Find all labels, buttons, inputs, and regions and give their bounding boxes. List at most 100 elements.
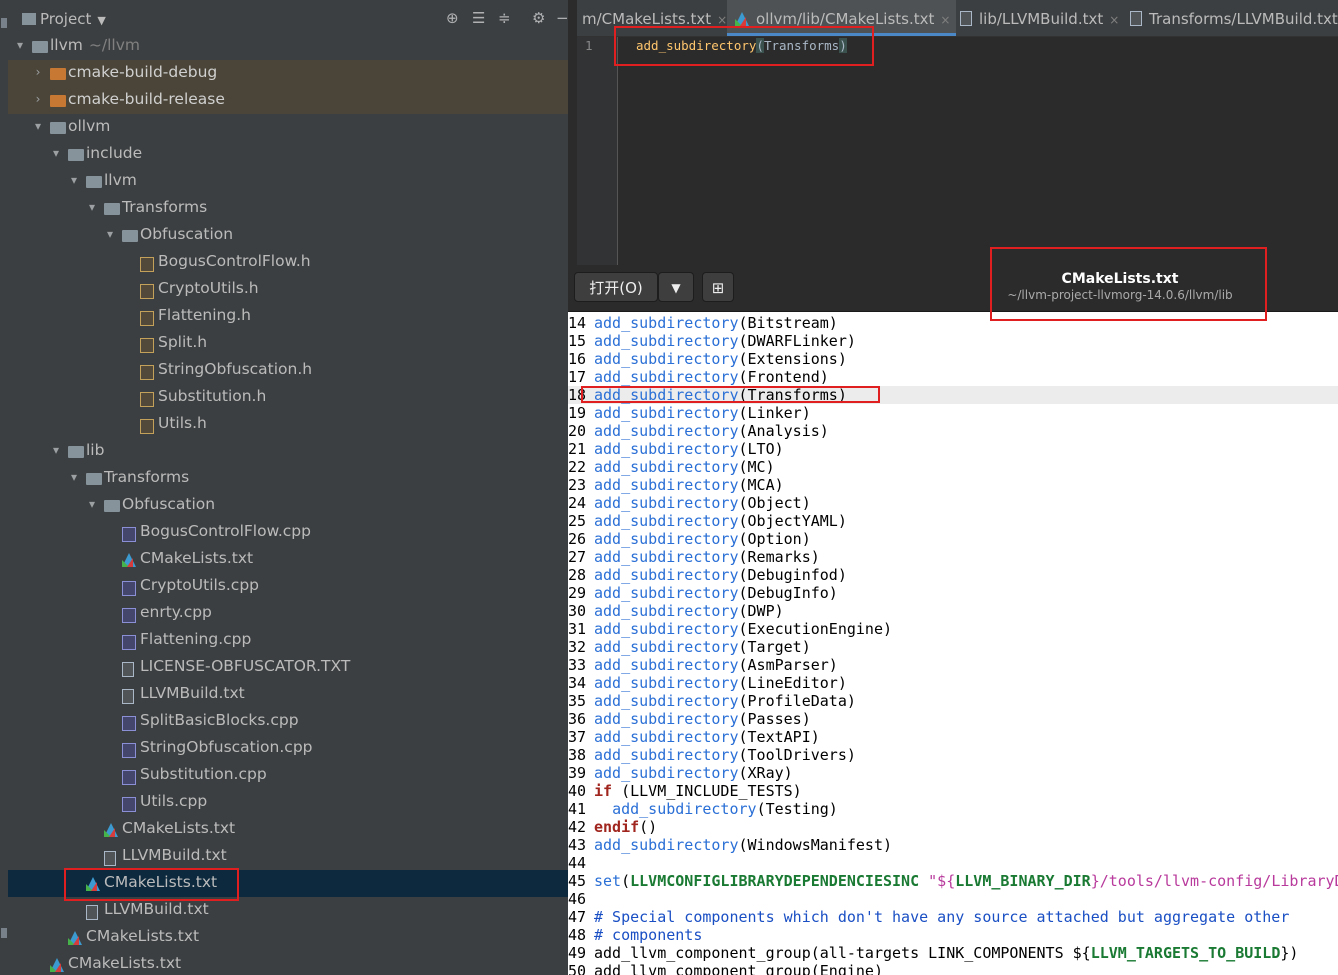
tree-item[interactable]: ▾ lib — [8, 438, 568, 465]
settings-icon[interactable]: ⚙ — [532, 9, 545, 27]
chevron-right-icon[interactable]: › — [32, 65, 44, 79]
code-string: }/tools/llvm-config/LibraryD — [1090, 872, 1338, 890]
editor-tab-label: lib/LLVMBuild.txt — [979, 10, 1104, 28]
tree-item[interactable]: Split.h — [8, 330, 568, 357]
expand-all-icon[interactable]: ☰ — [472, 9, 485, 27]
collapse-all-icon[interactable]: ≑ — [498, 9, 511, 27]
tree-item-label: Transforms — [122, 198, 208, 216]
tree-item[interactable]: CMakeLists.txt — [8, 924, 568, 951]
tree-item[interactable]: CryptoUtils.h — [8, 276, 568, 303]
project-view-selector[interactable]: Project ▼ — [22, 10, 106, 28]
tree-item[interactable]: CMakeLists.txt — [8, 816, 568, 843]
code-editor[interactable]: 1 add_subdirectory(Transforms) — [577, 37, 1338, 265]
tree-item[interactable]: › cmake-build-release — [8, 87, 568, 114]
code-text: (Debuginfod) — [738, 566, 847, 584]
chevron-down-icon[interactable]: ▾ — [14, 38, 26, 52]
close-icon[interactable]: × — [717, 13, 727, 27]
code-function: add_subdirectory — [594, 620, 739, 638]
tree-item[interactable]: SplitBasicBlocks.cpp — [8, 708, 568, 735]
line-number: 24 — [568, 494, 587, 512]
tree-item[interactable]: ▾ Obfuscation — [8, 492, 568, 519]
project-panel: Project ▼ ⊕ ☰ ≑ ⚙ − ▾ llvm ~/llvm › cmake-bui… — [8, 0, 568, 975]
viewer-code-line: 48 # components — [568, 926, 1338, 944]
code-text: (Extensions) — [738, 350, 847, 368]
locate-icon[interactable]: ⊕ — [446, 9, 459, 27]
close-icon[interactable]: × — [1109, 13, 1119, 27]
code-text: add_llvm_component_group(all-targets LIN… — [594, 944, 1091, 962]
viewer-code-line: 33 add_subdirectory(AsmParser) — [568, 656, 1338, 674]
code-function: add_subdirectory — [594, 674, 739, 692]
tree-item[interactable]: CMakeLists.txt — [8, 546, 568, 573]
code-text: (XRay) — [738, 764, 793, 782]
tree-item[interactable]: Flattening.cpp — [8, 627, 568, 654]
chevron-right-icon[interactable]: › — [32, 92, 44, 106]
tree-item[interactable]: ▾ include — [8, 141, 568, 168]
annotation-box-line-18 — [581, 386, 880, 403]
code-function: add_subdirectory — [594, 332, 739, 350]
cpp-file-icon — [122, 608, 136, 623]
header-file-icon — [140, 392, 154, 407]
tree-item[interactable]: CryptoUtils.cpp — [8, 573, 568, 600]
tree-item[interactable]: LICENSE-OBFUSCATOR.TXT — [8, 654, 568, 681]
code-function: add_subdirectory — [612, 800, 757, 818]
tree-item[interactable]: enrty.cpp — [8, 600, 568, 627]
folder-icon — [104, 500, 120, 512]
tree-item[interactable]: CMakeLists.txt — [8, 951, 568, 975]
code-text: (Remarks) — [738, 548, 820, 566]
close-icon[interactable]: × — [940, 13, 950, 27]
tree-item-label: CryptoUtils.h — [158, 279, 259, 297]
chevron-down-icon[interactable]: ▾ — [104, 227, 116, 241]
chevron-down-icon[interactable]: ▾ — [68, 470, 80, 484]
tree-item[interactable]: ▾ Transforms — [8, 195, 568, 222]
tree-item-label: llvm — [50, 36, 83, 54]
file-viewer-window: 打开(O) ▼ ⊞ CMakeLists.txt ~/llvm-project-… — [568, 265, 1338, 975]
header-file-icon — [140, 365, 154, 380]
viewer-code-line: 42 endif() — [568, 818, 1338, 836]
folder-icon — [68, 446, 84, 458]
viewer-code-line: 24 add_subdirectory(Object) — [568, 494, 1338, 512]
tree-item[interactable]: Substitution.h — [8, 384, 568, 411]
tree-item[interactable]: BogusControlFlow.cpp — [8, 519, 568, 546]
tree-item[interactable]: Flattening.h — [8, 303, 568, 330]
chevron-down-icon[interactable]: ▾ — [68, 173, 80, 187]
editor-tab[interactable]: lib/LLVMBuild.txt × — [952, 0, 1125, 36]
line-number: 34 — [568, 674, 587, 692]
tree-item[interactable]: ▾ llvm ~/llvm — [8, 33, 568, 60]
code-function: add_subdirectory — [594, 512, 739, 530]
open-dropdown-button[interactable]: ▼ — [658, 272, 694, 302]
tree-item[interactable]: BogusControlFlow.h — [8, 249, 568, 276]
project-tool-label[interactable] — [1, 18, 7, 28]
code-function: add_subdirectory — [594, 548, 739, 566]
tree-item[interactable]: ▾ Transforms — [8, 465, 568, 492]
tree-item[interactable]: LLVMBuild.txt — [8, 897, 568, 924]
tree-item[interactable]: ▾ llvm — [8, 168, 568, 195]
chevron-down-icon[interactable]: ▾ — [50, 146, 62, 160]
chevron-down-icon[interactable]: ▾ — [50, 443, 62, 457]
chevron-down-icon[interactable]: ▾ — [86, 200, 98, 214]
tree-item[interactable]: ▾ ollvm — [8, 114, 568, 141]
chevron-down-icon[interactable]: ▾ — [32, 119, 44, 133]
code-variable: LLVM_TARGETS_TO_BUILD — [1090, 944, 1281, 962]
hide-icon[interactable]: − — [556, 9, 568, 27]
new-window-button[interactable]: ⊞ — [702, 272, 734, 302]
code-text: (Testing) — [756, 800, 838, 818]
tree-item[interactable]: Utils.h — [8, 411, 568, 438]
open-button[interactable]: 打开(O) — [574, 272, 658, 302]
line-number: 30 — [568, 602, 587, 620]
tree-item[interactable]: StringObfuscation.h — [8, 357, 568, 384]
editor-tab[interactable]: Transforms/LLVMBuild.txt× — [1122, 0, 1338, 36]
chevron-down-icon[interactable]: ▾ — [86, 497, 98, 511]
pin-icon: ⊞ — [711, 279, 725, 297]
tree-item[interactable]: LLVMBuild.txt — [8, 681, 568, 708]
tree-item[interactable]: StringObfuscation.cpp — [8, 735, 568, 762]
viewer-code-line: 38 add_subdirectory(ToolDrivers) — [568, 746, 1338, 764]
tree-item[interactable]: LLVMBuild.txt — [8, 843, 568, 870]
tree-item[interactable]: ▾ Obfuscation — [8, 222, 568, 249]
project-panel-header: Project ▼ ⊕ ☰ ≑ ⚙ − — [8, 0, 568, 36]
tree-item[interactable]: › cmake-build-debug — [8, 60, 568, 87]
tree-item[interactable]: Substitution.cpp — [8, 762, 568, 789]
tree-item[interactable]: Utils.cpp — [8, 789, 568, 816]
code-function: add_subdirectory — [594, 584, 739, 602]
structure-tool-label[interactable] — [1, 928, 7, 938]
code-text: (Linker) — [738, 404, 811, 422]
